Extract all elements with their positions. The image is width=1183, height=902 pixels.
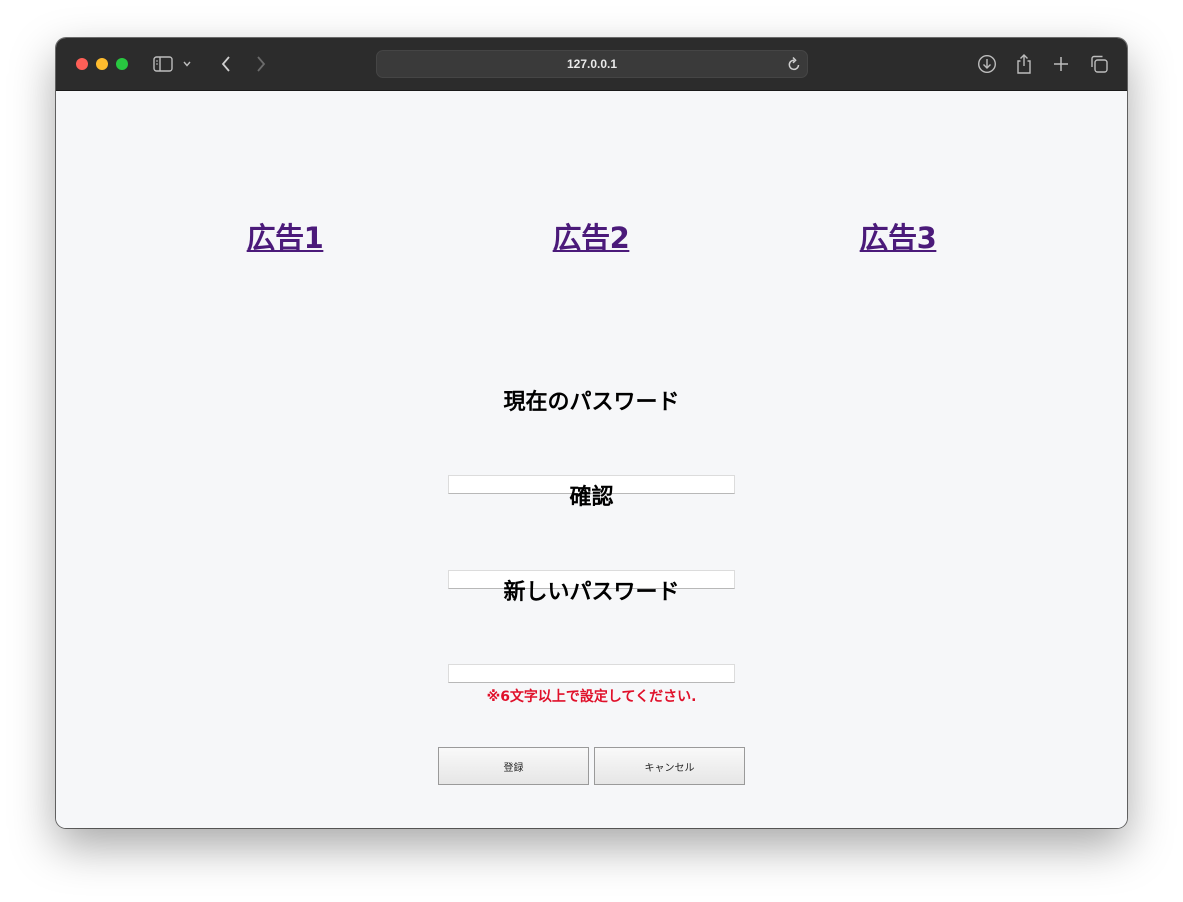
ad-link-1[interactable]: 広告1: [247, 215, 324, 257]
tabs-overview-icon[interactable]: [1086, 52, 1112, 76]
chevron-down-icon[interactable]: [179, 52, 195, 76]
current-password-label: 現在のパスワード: [503, 390, 680, 415]
browser-toolbar: 127.0.0.1: [56, 38, 1127, 91]
new-tab-icon[interactable]: [1048, 52, 1074, 76]
back-icon[interactable]: [213, 52, 239, 76]
cancel-button[interactable]: キャンセル: [594, 747, 745, 785]
password-length-hint: ※6文字以上で設定してください.: [486, 689, 697, 705]
minimize-window-button[interactable]: [96, 58, 108, 70]
browser-window: 127.0.0.1 広告1 広告2 広告3 現在のパスワード 確認 新しいパスワ…: [56, 38, 1127, 828]
ad-link-3[interactable]: 広告3: [860, 215, 937, 257]
share-icon[interactable]: [1011, 52, 1037, 76]
zoom-window-button[interactable]: [116, 58, 128, 70]
forward-icon[interactable]: [248, 52, 274, 76]
page-content: 広告1 広告2 広告3 現在のパスワード 確認 新しいパスワード ※6文字以上で…: [56, 91, 1127, 828]
confirm-password-label: 確認: [569, 485, 614, 510]
ad-link-2[interactable]: 広告2: [553, 215, 630, 257]
sidebar-icon[interactable]: [150, 52, 176, 76]
new-password-label: 新しいパスワード: [503, 580, 680, 605]
url-text: 127.0.0.1: [566, 57, 618, 71]
reload-icon[interactable]: [787, 56, 801, 76]
download-icon[interactable]: [974, 52, 1000, 76]
new-password-field[interactable]: [448, 664, 735, 683]
close-window-button[interactable]: [76, 58, 88, 70]
register-button[interactable]: 登録: [438, 747, 589, 785]
address-bar[interactable]: 127.0.0.1: [376, 50, 808, 78]
